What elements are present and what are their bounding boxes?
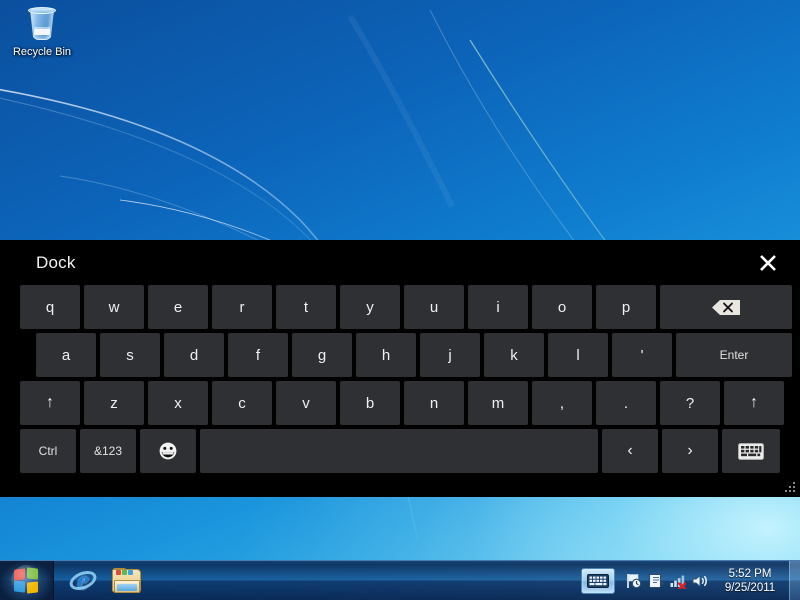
key-y[interactable]: y [340, 285, 400, 329]
key-s[interactable]: s [100, 333, 160, 377]
tray-action-center[interactable] [623, 569, 645, 593]
keyboard-row-home: a s d f g h j k l ' Enter [0, 333, 800, 377]
keyboard-row-top: qwertyuiop [0, 285, 800, 329]
key-period[interactable]: . [596, 381, 656, 425]
key-k[interactable]: k [484, 333, 544, 377]
key-l[interactable]: l [548, 333, 608, 377]
key-backspace[interactable] [660, 285, 792, 329]
key-a[interactable]: a [36, 333, 96, 377]
flag-clock-icon [627, 573, 642, 588]
key-d[interactable]: d [164, 333, 224, 377]
key-keyboard-layout[interactable] [722, 429, 780, 473]
key-arrow-right[interactable]: › [662, 429, 718, 473]
key-w[interactable]: w [84, 285, 144, 329]
key-n[interactable]: n [404, 381, 464, 425]
desktop-icon-recycle-bin[interactable]: Recycle Bin [8, 4, 76, 59]
key-i[interactable]: i [468, 285, 528, 329]
key-j[interactable]: j [420, 333, 480, 377]
key-f[interactable]: f [228, 333, 288, 377]
key-u[interactable]: u [404, 285, 464, 329]
key-h[interactable]: h [356, 333, 416, 377]
key-question[interactable]: ? [660, 381, 720, 425]
taskbar-windows-explorer[interactable] [110, 564, 144, 598]
key-emoji[interactable] [140, 429, 196, 473]
dock-titlebar[interactable]: Dock [0, 240, 800, 285]
key-shift-left[interactable]: ↑ [20, 381, 80, 425]
taskbar-empty-area [156, 561, 581, 600]
taskbar-quicklaunch[interactable]: e [54, 561, 156, 600]
resize-grip[interactable] [785, 482, 797, 494]
tray-clock-date: 9/25/2011 [724, 581, 776, 594]
desktop-icon-label: Recycle Bin [12, 46, 72, 58]
key-c[interactable]: c [212, 381, 272, 425]
show-desktop-button[interactable] [789, 561, 800, 600]
key-arrow-left[interactable]: ‹ [602, 429, 658, 473]
on-screen-keyboard[interactable]: q w e r t y u i o p a s d f g h j k l ' Enter ↑ z x c v b n m,.? ↑ Ctr… [0, 285, 800, 473]
key-enter[interactable]: Enter [676, 333, 792, 377]
keyboard-icon [738, 442, 764, 460]
smiley-icon [159, 442, 177, 460]
key-e[interactable]: e [148, 285, 208, 329]
speaker-icon [692, 573, 707, 588]
keyboard-row-space: Ctrl &123 ‹ › [0, 429, 800, 473]
keyboard-icon [587, 573, 609, 588]
key-z[interactable]: z [84, 381, 144, 425]
key-t[interactable]: t [276, 285, 336, 329]
key-g[interactable]: g [292, 333, 352, 377]
desktop[interactable]: Recycle Bin Dock q w e r t y u i o p a s d f g h j k l ' Ent… [0, 0, 800, 600]
plug-icon [648, 573, 665, 588]
windows-logo-icon [10, 564, 43, 597]
folder-icon [112, 567, 142, 594]
key-x[interactable]: x [148, 381, 208, 425]
key-symbols[interactable]: &123 [80, 429, 136, 473]
key-v[interactable]: v [276, 381, 336, 425]
key-apostrophe[interactable]: ' [612, 333, 672, 377]
key-shift-right[interactable]: ↑ [724, 381, 784, 425]
dock-title: Dock [36, 252, 76, 272]
key-p[interactable]: p [596, 285, 656, 329]
taskbar-internet-explorer[interactable]: e [66, 564, 100, 598]
internet-explorer-icon: e [66, 566, 100, 596]
key-space[interactable] [200, 429, 598, 473]
backspace-icon [712, 299, 740, 315]
dock-window[interactable]: Dock q w e r t y u i o p a s d f g h j k l ' Enter ↑ z x c v b n m,.… [0, 240, 800, 497]
tray-keyboard-button[interactable] [581, 567, 615, 594]
tray-clock[interactable]: 5:52 PM 9/25/2011 [711, 567, 789, 595]
network-disconnected-icon [670, 575, 687, 589]
key-o[interactable]: o [532, 285, 592, 329]
key-comma[interactable]: , [532, 381, 592, 425]
key-m[interactable]: m [468, 381, 528, 425]
recycle-bin-icon [22, 4, 62, 44]
start-button[interactable] [0, 561, 54, 600]
tray-device[interactable] [645, 569, 667, 593]
key-r[interactable]: r [212, 285, 272, 329]
keyboard-row-bottom: ↑ z x c v b n m,.? ↑ [0, 381, 800, 425]
key-ctrl[interactable]: Ctrl [20, 429, 76, 473]
system-tray[interactable]: 5:52 PM 9/25/2011 [581, 561, 800, 600]
tray-network[interactable] [667, 569, 689, 593]
tray-clock-time: 5:52 PM [728, 567, 772, 580]
tray-volume[interactable] [689, 569, 711, 593]
taskbar[interactable]: e 5:52 PM 9/25/2011 [0, 560, 800, 600]
key-q[interactable]: q [20, 285, 80, 329]
key-b[interactable]: b [340, 381, 400, 425]
close-icon[interactable] [753, 248, 783, 278]
